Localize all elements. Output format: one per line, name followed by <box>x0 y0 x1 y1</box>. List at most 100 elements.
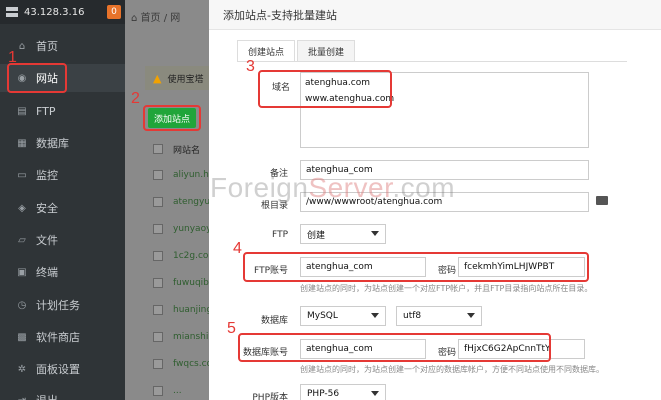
sidebar-item-files[interactable]: ▱ 文件 <box>0 226 125 254</box>
chevron-down-icon <box>371 391 379 396</box>
site-link[interactable]: mianshi <box>173 332 208 342</box>
dialog-tabs: 创建站点 批量创建 <box>237 40 357 62</box>
table-row: huanjing <box>145 299 215 321</box>
sidebar-item-terminal[interactable]: ▣ 终端 <box>0 258 125 286</box>
sidebar-item-settings[interactable]: ✲ 面板设置 <box>0 355 125 383</box>
warning-text: 使用宝塔 <box>167 74 204 85</box>
sidebar-item-label: 退出 <box>36 392 58 400</box>
server-header: 43.128.3.16 0 <box>0 0 125 24</box>
sidebar-item-label: 面板设置 <box>36 363 80 376</box>
sidebar-item-label: 软件商店 <box>36 331 80 344</box>
database-type-select[interactable]: MySQL <box>300 306 386 326</box>
sidebar: 43.128.3.16 0 ⌂ 首页 ◉ 网站 ▤ FTP ▦ 数据库 ▭ 监控 ◈ 安全 … <box>0 0 125 400</box>
row-checkbox[interactable] <box>153 170 163 180</box>
site-link[interactable]: fwqcs.co <box>173 359 212 369</box>
sidebar-item-store[interactable]: ▩ 软件商店 <box>0 323 125 351</box>
watermark-suffix: .com <box>392 172 456 203</box>
database-charset-value: utf8 <box>403 311 422 321</box>
home-icon: ⌂ <box>18 40 26 52</box>
database-type-value: MySQL <box>307 311 338 321</box>
annotation-number: 5 <box>227 320 236 337</box>
site-link[interactable]: huanjing <box>173 305 212 315</box>
site-link[interactable]: atengyu <box>173 197 210 207</box>
folder-icon: ▱ <box>18 234 26 246</box>
warning-icon: ▲ <box>153 71 162 85</box>
breadcrumb-current: 网 <box>170 13 181 24</box>
annotation-number: 4 <box>233 240 242 257</box>
highlight-website-nav <box>7 63 67 93</box>
sidebar-item-home[interactable]: ⌂ 首页 <box>0 32 125 60</box>
breadcrumb: ⌂ 首页 / 网 <box>131 9 180 24</box>
ftp-hint: 创建站点的同时，为站点创建一个对应FTP帐户，并且FTP目录指向站点所在目录。 <box>300 284 593 293</box>
row-checkbox[interactable] <box>153 278 163 288</box>
row-checkbox[interactable] <box>153 251 163 261</box>
row-checkbox[interactable] <box>153 386 163 396</box>
table-row: fwqcs.co <box>145 353 215 375</box>
row-checkbox[interactable] <box>153 224 163 234</box>
ftp-icon: ▤ <box>17 105 27 117</box>
row-checkbox[interactable] <box>153 197 163 207</box>
watermark-accent: Server <box>308 172 393 203</box>
sidebar-item-cron[interactable]: ◷ 计划任务 <box>0 291 125 319</box>
database-charset-select[interactable]: utf8 <box>396 306 482 326</box>
php-version-label: PHP版本 <box>252 393 288 400</box>
annotation-number: 1 <box>8 49 17 66</box>
table-row: atengyu <box>145 191 215 213</box>
terminal-icon: ▣ <box>17 266 27 278</box>
notification-badge[interactable]: 0 <box>107 5 121 19</box>
annotation-number: 3 <box>246 58 255 75</box>
watermark: ForeignServer.com <box>210 172 455 204</box>
gear-icon: ✲ <box>17 363 27 375</box>
ftp-label: FTP <box>272 230 288 240</box>
sidebar-item-label: 文件 <box>36 234 58 247</box>
highlight-add-site <box>143 105 201 131</box>
table-row: fuwuqib <box>145 272 215 294</box>
chevron-down-icon <box>371 313 379 318</box>
breadcrumb-home[interactable]: 首页 <box>141 13 161 24</box>
database-icon: ▦ <box>17 137 27 149</box>
sidebar-item-label: 数据库 <box>36 137 69 150</box>
row-checkbox[interactable] <box>153 332 163 342</box>
sidebar-item-security[interactable]: ◈ 安全 <box>0 194 125 222</box>
tab-batch-create[interactable]: 批量创建 <box>297 40 356 62</box>
table-row: 1c2g.co <box>145 245 215 267</box>
sidebar-item-label: 计划任务 <box>36 299 80 312</box>
ftp-select-value: 创建 <box>307 230 326 241</box>
site-link[interactable]: yunyaoy <box>173 224 211 234</box>
row-checkbox[interactable] <box>153 305 163 315</box>
highlight-db-account <box>238 333 551 362</box>
php-version-select[interactable]: PHP-56 <box>300 384 386 400</box>
sidebar-item-logout[interactable]: ⇥ 退出 <box>0 386 125 400</box>
table-row: mianshi <box>145 326 215 348</box>
column-site-name: 网站名 <box>173 145 201 156</box>
annotation-number: 2 <box>131 90 140 107</box>
logout-icon: ⇥ <box>17 394 27 400</box>
table-row: ... <box>145 380 215 400</box>
site-link[interactable]: fuwuqib <box>173 278 209 288</box>
site-link[interactable]: ... <box>173 386 182 396</box>
sidebar-item-ftp[interactable]: ▤ FTP <box>0 97 125 125</box>
row-checkbox[interactable] <box>153 359 163 369</box>
select-all-checkbox[interactable] <box>153 144 163 154</box>
chevron-down-icon <box>371 231 379 236</box>
table-row: yunyaoy <box>145 218 215 240</box>
sidebar-item-label: 安全 <box>36 202 58 215</box>
site-link[interactable]: 1c2g.co <box>173 251 208 261</box>
shield-icon: ◈ <box>18 202 26 214</box>
sidebar-item-label: 首页 <box>36 40 58 53</box>
sidebar-item-database[interactable]: ▦ 数据库 <box>0 129 125 157</box>
warning-banner: ▲ 使用宝塔 <box>145 66 215 90</box>
sidebar-item-monitor[interactable]: ▭ 监控 <box>0 161 125 189</box>
clock-icon: ◷ <box>17 299 27 311</box>
home-icon: ⌂ <box>131 13 141 24</box>
folder-picker-icon[interactable] <box>596 196 608 205</box>
sidebar-item-label: 监控 <box>36 169 58 182</box>
php-version-value: PHP-56 <box>307 389 340 399</box>
sidebar-item-label: FTP <box>36 104 56 118</box>
table-row: aliyun.hu <box>145 164 215 186</box>
monitor-icon: ▭ <box>17 169 27 181</box>
server-icon <box>6 7 18 17</box>
highlight-domain <box>258 70 392 108</box>
ftp-select[interactable]: 创建 <box>300 224 386 244</box>
watermark-prefix: Foreign <box>210 172 309 203</box>
